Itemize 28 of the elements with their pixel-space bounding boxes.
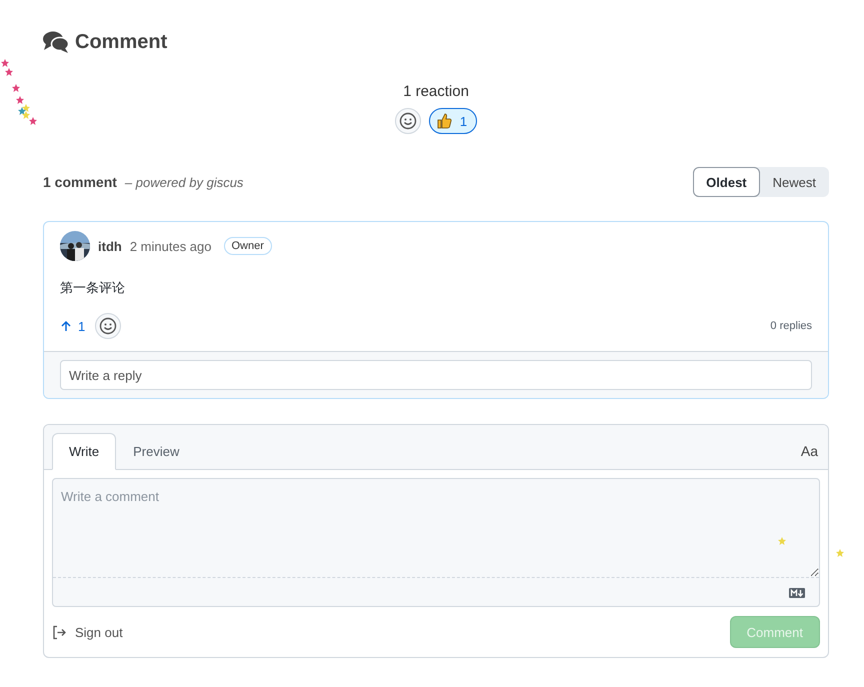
reply-count: 0 replies (770, 320, 812, 332)
sign-out-icon (52, 624, 67, 640)
powered-by-text: – powered by giscus (124, 175, 244, 190)
reply-field[interactable]: Write a reply (60, 360, 812, 390)
editor-tab[interactable]: Write (52, 433, 116, 470)
upvote-button[interactable]: 1 (60, 318, 86, 334)
comment-field[interactable]: Write a comment (52, 478, 820, 607)
sign-out-button[interactable]: Sign out (52, 624, 123, 640)
comment-time[interactable]: 2 minutes ago (130, 238, 212, 254)
star-icon (778, 537, 786, 545)
editor-tab[interactable]: Preview (116, 433, 196, 470)
font-toggle-button[interactable]: Aa (800, 443, 818, 459)
arrow-up-icon (60, 320, 72, 332)
thumbs-up-reaction-button[interactable]: 1 (428, 108, 478, 134)
star-icon (836, 549, 844, 557)
author-name[interactable]: itdh (98, 238, 122, 254)
markdown-icon (789, 588, 805, 598)
comments-icon (43, 31, 69, 53)
sort-button[interactable]: Newest (760, 167, 829, 197)
add-reaction-button[interactable] (394, 108, 421, 134)
page-title: Comment (75, 30, 168, 54)
sort-button[interactable]: Oldest (693, 167, 760, 197)
reaction-count: 1 reaction (403, 83, 469, 100)
owner-badge: Owner (224, 237, 272, 255)
add-reaction-button[interactable] (95, 313, 122, 339)
comment-text: 第一条评论 (60, 280, 126, 297)
thumbs-up-icon (436, 113, 452, 129)
comment-count: 1 comment (43, 174, 117, 190)
